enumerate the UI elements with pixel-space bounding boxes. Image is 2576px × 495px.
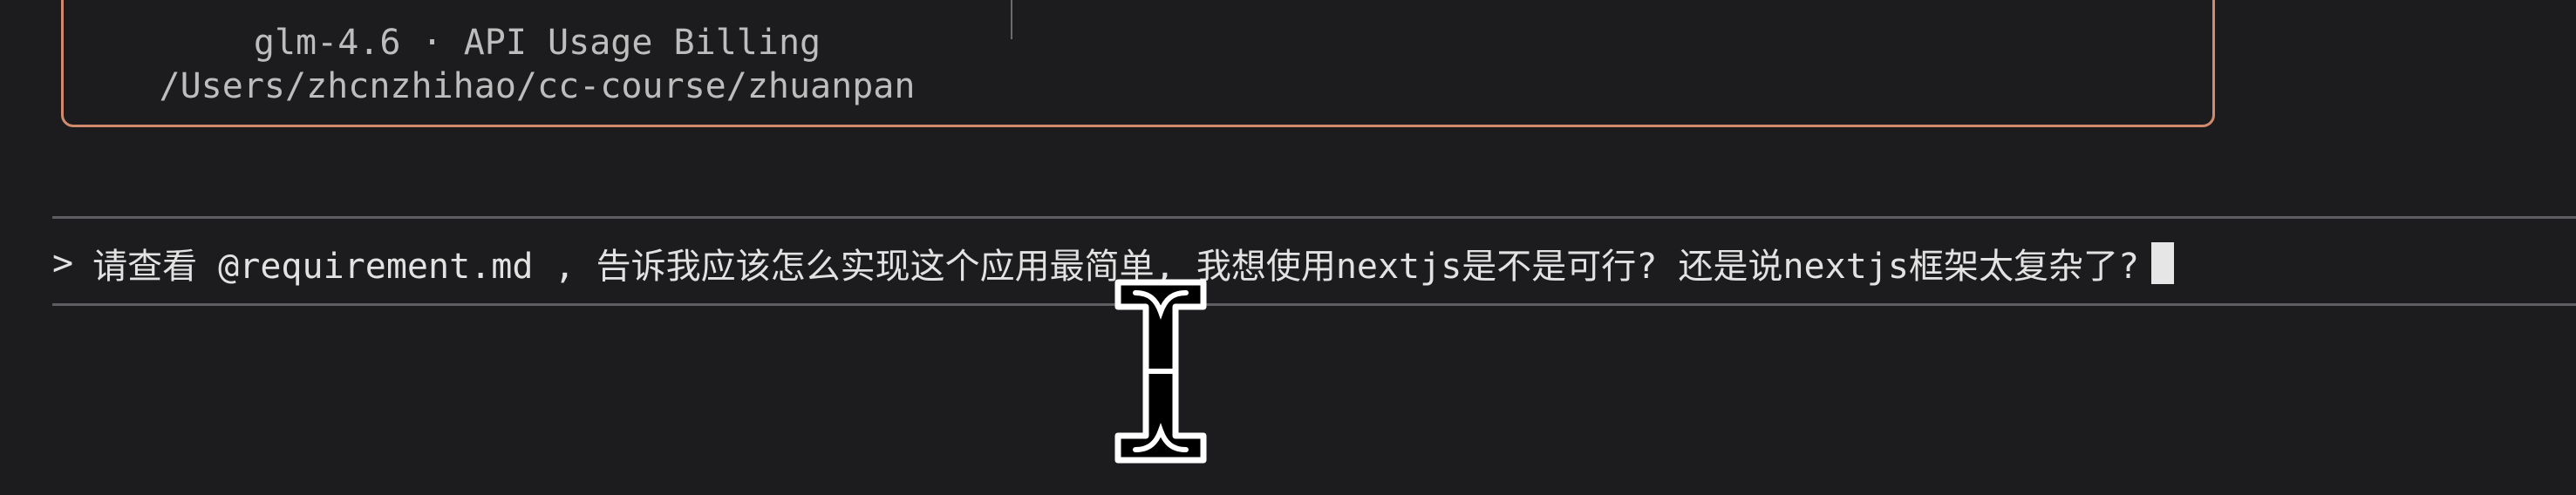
text-cursor-block	[2151, 242, 2175, 284]
prompt-symbol: >	[52, 243, 74, 283]
input-bottom-rule	[52, 303, 2576, 306]
session-info-box: glm-4.6 · API Usage Billing /Users/zhcnz…	[61, 0, 2215, 127]
text-ibeam-cursor-icon	[1114, 279, 1207, 464]
terminal-window: glm-4.6 · API Usage Billing /Users/zhcnz…	[0, 0, 2576, 495]
model-billing-label: glm-4.6 · API Usage Billing	[253, 23, 821, 63]
panel-divider	[1011, 0, 1012, 39]
input-top-rule	[52, 216, 2576, 219]
working-directory-path: /Users/zhcnzhihao/cc-course/zhuanpan	[159, 66, 916, 106]
